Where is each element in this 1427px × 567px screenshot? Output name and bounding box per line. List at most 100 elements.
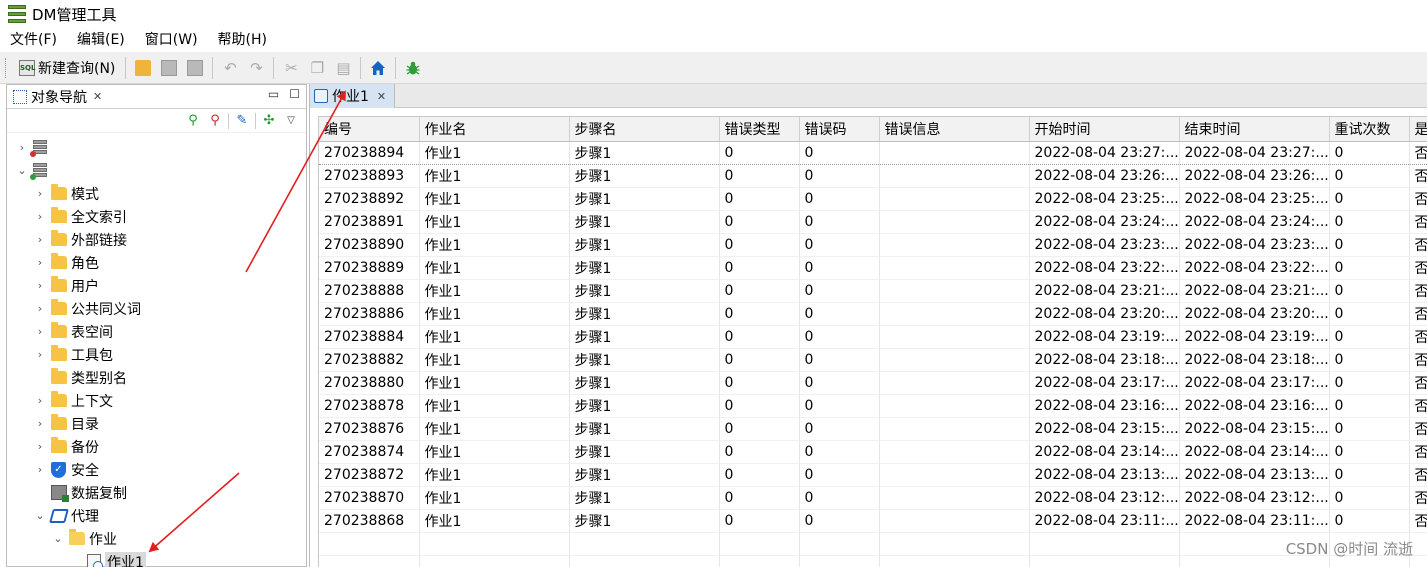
tree-item[interactable]: ›作业1	[69, 550, 146, 567]
chevron-right-icon[interactable]: ›	[33, 394, 47, 407]
empty-cell	[1029, 532, 1180, 556]
table-row[interactable]: 270238878 作业1 步骤1 0 0 2022-08-04 23:16:... 202…	[319, 394, 1427, 418]
tree-item[interactable]: › 用户	[33, 274, 99, 297]
tree-item[interactable]: › 全文索引	[33, 205, 127, 228]
table-row[interactable]: 270238886 作业1 步骤1 0 0 2022-08-04 23:20:... 202…	[319, 302, 1427, 326]
column-header[interactable]: 重试次数	[1329, 117, 1410, 142]
save-button[interactable]	[158, 56, 180, 80]
table-row[interactable]: 270238868 作业1 步骤1 0 0 2022-08-04 23:11:... 202…	[319, 509, 1427, 533]
tree-item[interactable]: ›	[15, 136, 53, 159]
table-row[interactable]: 270238894 作业1 步骤1 0 0 2022-08-04 23:27:... 202…	[319, 140, 1427, 165]
tree-item[interactable]: › 目录	[33, 412, 99, 435]
column-header[interactable]: 编号	[319, 117, 420, 142]
chevron-right-icon[interactable]: ›	[33, 210, 47, 223]
chevron-down-icon[interactable]: ⌄	[15, 164, 29, 177]
minimize-icon[interactable]: ▭	[268, 87, 279, 101]
table-row[interactable]: 270238874 作业1 步骤1 0 0 2022-08-04 23:14:... 202…	[319, 440, 1427, 464]
chevron-right-icon[interactable]: ›	[15, 141, 29, 154]
table-cell: 作业1	[419, 302, 570, 326]
tree-item[interactable]: › 外部链接	[33, 228, 127, 251]
menu-edit[interactable]: 编辑(E)	[67, 28, 135, 52]
debug-button[interactable]	[402, 56, 424, 80]
undo-button[interactable]: ↶	[219, 56, 241, 80]
tree-item-label: 类型别名	[71, 370, 127, 387]
column-header[interactable]: 开始时间	[1029, 117, 1180, 142]
table-cell: 步骤1	[569, 417, 720, 441]
toolbar-separator	[212, 56, 214, 79]
paste-button[interactable]: ▤	[332, 56, 354, 80]
table-row[interactable]: 270238891 作业1 步骤1 0 0 2022-08-04 23:24:... 202…	[319, 210, 1427, 234]
column-header[interactable]: 错误类型	[719, 117, 800, 142]
table-row[interactable]: 270238893 作业1 步骤1 0 0 2022-08-04 23:26:... 202…	[319, 164, 1427, 188]
column-header[interactable]: 是	[1409, 117, 1427, 142]
redo-button[interactable]: ↷	[245, 56, 267, 80]
menu-file[interactable]: 文件(F)	[0, 28, 67, 52]
menu-window[interactable]: 窗口(W)	[135, 28, 208, 52]
table-row[interactable]: 270238888 作业1 步骤1 0 0 2022-08-04 23:21:... 202…	[319, 279, 1427, 303]
edit-icon[interactable]: ✎	[233, 112, 251, 130]
table-row[interactable]: 270238872 作业1 步骤1 0 0 2022-08-04 23:13:... 202…	[319, 463, 1427, 487]
chevron-right-icon[interactable]: ›	[33, 348, 47, 361]
chevron-right-icon[interactable]: ›	[33, 279, 47, 292]
tree-item[interactable]: › 表空间	[33, 320, 113, 343]
tree-item[interactable]: › ✓ 安全	[33, 458, 99, 481]
db-server-red-icon	[30, 139, 47, 157]
table-row[interactable]: 270238870 作业1 步骤1 0 0 2022-08-04 23:12:... 202…	[319, 486, 1427, 510]
open-folder-button[interactable]	[132, 56, 154, 80]
save-all-button[interactable]	[184, 56, 206, 80]
table-row[interactable]: 270238880 作业1 步骤1 0 0 2022-08-04 23:17:... 202…	[319, 371, 1427, 395]
tree-item[interactable]: › 角色	[33, 251, 99, 274]
tree-item[interactable]: ⌄	[15, 159, 53, 182]
tree-item[interactable]: › 备份	[33, 435, 99, 458]
chevron-right-icon[interactable]: ›	[33, 302, 47, 315]
chevron-right-icon[interactable]: ›	[33, 187, 47, 200]
column-header[interactable]: 错误码	[799, 117, 880, 142]
table-row[interactable]: 270238890 作业1 步骤1 0 0 2022-08-04 23:23:... 202…	[319, 233, 1427, 257]
table-row[interactable]: 270238884 作业1 步骤1 0 0 2022-08-04 23:19:... 202…	[319, 325, 1427, 349]
table-row[interactable]: 270238882 作业1 步骤1 0 0 2022-08-04 23:18:... 202…	[319, 348, 1427, 372]
table-cell: 步骤1	[569, 440, 720, 464]
folder-icon	[51, 391, 67, 407]
tree-item[interactable]: › 工具包	[33, 343, 113, 366]
connect-icon[interactable]: ⚲	[184, 112, 202, 130]
chevron-right-icon[interactable]: ›	[33, 463, 47, 476]
copy-button[interactable]: ❐	[306, 56, 328, 80]
chevron-down-icon[interactable]: ⌄	[33, 509, 47, 522]
view-menu-chevron-icon[interactable]: ▽	[282, 112, 300, 130]
close-icon[interactable]: ✕	[377, 90, 386, 103]
chevron-right-icon[interactable]: ›	[33, 325, 47, 338]
tree-item[interactable]: ›类型别名	[33, 366, 127, 389]
table-row[interactable]: 270238876 作业1 步骤1 0 0 2022-08-04 23:15:... 202…	[319, 417, 1427, 441]
tree-item[interactable]: › 上下文	[33, 389, 113, 412]
cut-button[interactable]: ✂	[280, 56, 302, 80]
disconnect-icon[interactable]: ⚲	[206, 112, 224, 130]
column-header[interactable]: 作业名	[419, 117, 570, 142]
maximize-icon[interactable]: ☐	[289, 87, 300, 101]
expand-all-icon[interactable]: ✣	[260, 112, 278, 130]
table-cell: 2022-08-04 23:15:...	[1029, 417, 1180, 441]
table-cell: 否	[1409, 394, 1427, 418]
column-header[interactable]: 步骤名	[569, 117, 720, 142]
column-header[interactable]: 错误信息	[879, 117, 1030, 142]
new-query-button[interactable]: SQL 新建查询(N)	[15, 56, 119, 80]
chevron-right-icon[interactable]: ›	[33, 440, 47, 453]
home-button[interactable]	[367, 56, 389, 80]
table-cell: 0	[1329, 371, 1410, 395]
tab-object-navigator[interactable]: 对象导航 ✕	[7, 85, 108, 109]
tree-item[interactable]: ⌄ 代理	[33, 504, 99, 527]
chevron-right-icon[interactable]: ›	[33, 256, 47, 269]
column-header[interactable]: 结束时间	[1179, 117, 1330, 142]
table-cell: 作业1	[419, 417, 570, 441]
chevron-right-icon[interactable]: ›	[33, 233, 47, 246]
tree-item[interactable]: › 公共同义词	[33, 297, 141, 320]
table-row[interactable]: 270238889 作业1 步骤1 0 0 2022-08-04 23:22:... 202…	[319, 256, 1427, 280]
tree-item[interactable]: ⌄ 作业	[51, 527, 117, 550]
tree-item[interactable]: › 模式	[33, 182, 99, 205]
table-row[interactable]: 270238892 作业1 步骤1 0 0 2022-08-04 23:25:... 202…	[319, 187, 1427, 211]
chevron-right-icon[interactable]: ›	[33, 417, 47, 430]
chevron-down-icon[interactable]: ⌄	[51, 532, 65, 545]
close-icon[interactable]: ✕	[93, 90, 102, 103]
menu-help[interactable]: 帮助(H)	[208, 28, 277, 52]
tree-item[interactable]: ›数据复制	[33, 481, 127, 504]
tab-job1[interactable]: 作业1 ✕	[310, 84, 396, 108]
